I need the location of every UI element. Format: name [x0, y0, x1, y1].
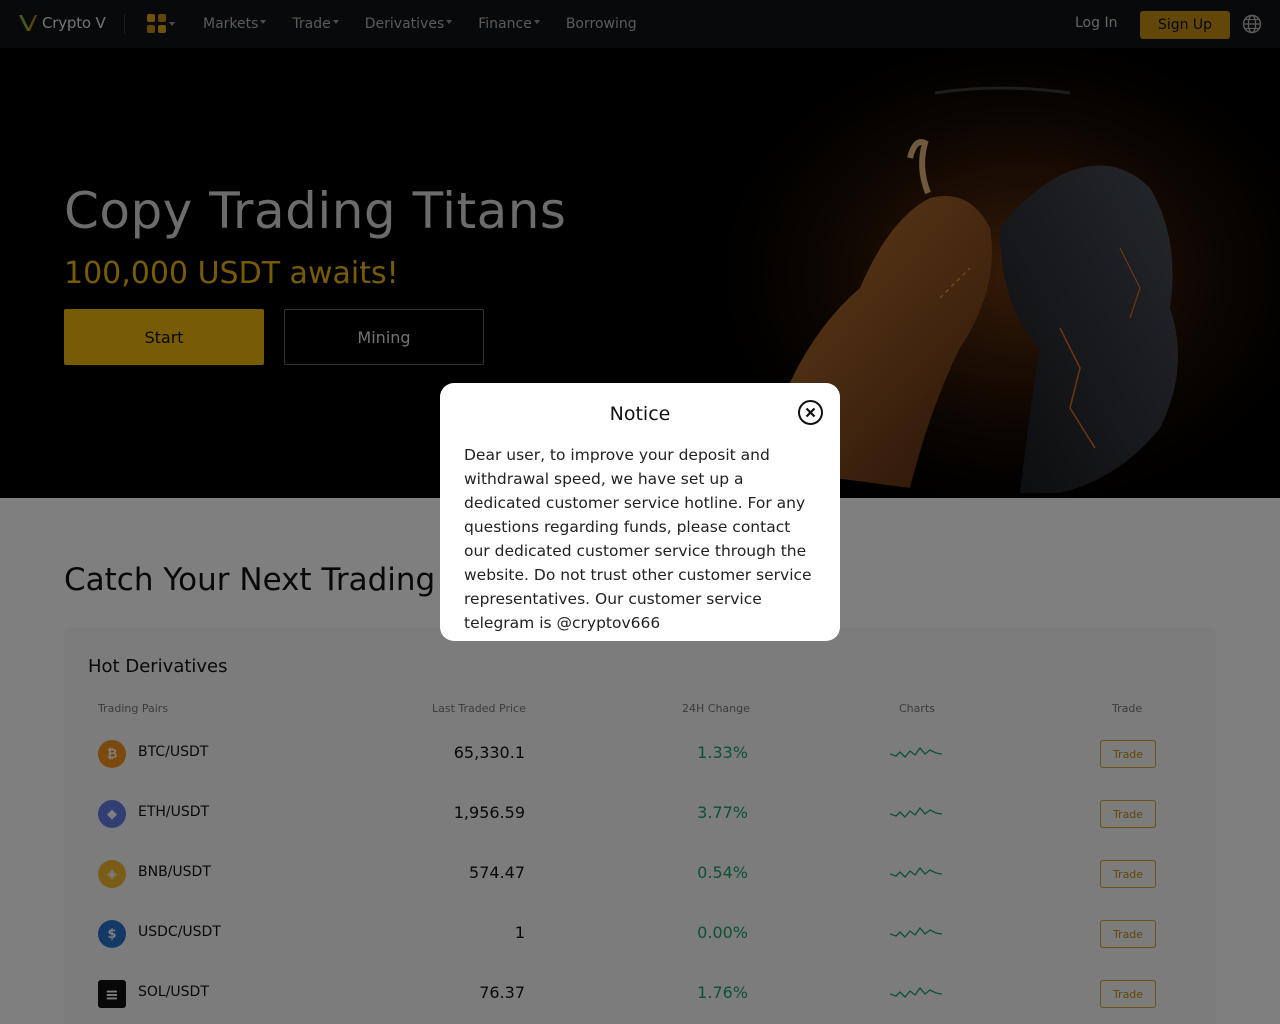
close-icon[interactable]: [797, 399, 824, 426]
dialog-message: Dear user, to improve your deposit and w…: [464, 446, 812, 632]
notice-dialog: Notice Dear user, to improve your deposi…: [440, 383, 840, 641]
dialog-title: Notice: [609, 403, 671, 425]
